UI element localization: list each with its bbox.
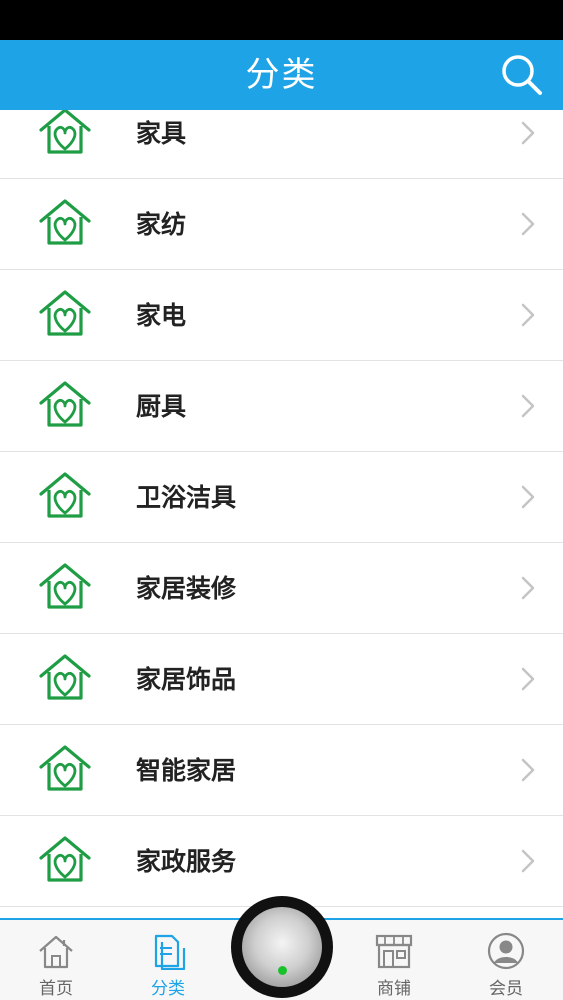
home-heart-icon xyxy=(39,836,91,882)
chevron-right-icon xyxy=(521,667,535,691)
home-heart-icon xyxy=(39,381,91,427)
category-label: 家居装修 xyxy=(136,574,237,603)
home-heart-icon xyxy=(39,745,91,791)
chevron-right-icon xyxy=(521,121,535,145)
category-label: 家电 xyxy=(136,301,187,330)
storefront-icon xyxy=(375,934,413,969)
category-row-bathroom[interactable]: 卫浴洁具 xyxy=(0,452,563,543)
home-heart-icon xyxy=(39,290,91,336)
chevron-right-icon xyxy=(521,485,535,509)
category-list: 家具 家纺 家电 厨具 卫浴洁具 家居装修 家居饰品 智能家居 家政服务 xyxy=(0,110,563,918)
category-label: 家纺 xyxy=(136,210,187,239)
chevron-right-icon xyxy=(521,303,535,327)
home-heart-icon xyxy=(39,472,91,518)
chevron-right-icon xyxy=(521,849,535,873)
category-label: 家居饰品 xyxy=(136,665,237,694)
home-heart-icon xyxy=(39,199,91,245)
category-row-furniture[interactable]: 家具 xyxy=(0,110,563,179)
status-bar xyxy=(0,0,563,40)
tab-member[interactable]: 会员 xyxy=(466,920,546,1000)
category-row-smart-home[interactable]: 智能家居 xyxy=(0,725,563,816)
house-icon xyxy=(39,935,73,969)
home-heart-icon xyxy=(39,110,91,154)
category-row-housekeeping[interactable]: 家政服务 xyxy=(0,816,563,907)
documents-icon xyxy=(154,934,186,970)
category-row-renovation[interactable]: 家居装修 xyxy=(0,543,563,634)
knob-indicator-dot xyxy=(278,966,287,975)
category-row-kitchenware[interactable]: 厨具 xyxy=(0,361,563,452)
home-heart-icon xyxy=(39,654,91,700)
category-label: 卫浴洁具 xyxy=(136,483,237,512)
tab-label: 会员 xyxy=(489,979,523,999)
chevron-right-icon xyxy=(521,758,535,782)
chevron-right-icon xyxy=(521,394,535,418)
category-label: 家政服务 xyxy=(136,847,237,876)
category-label: 家具 xyxy=(136,119,187,148)
tab-label: 分类 xyxy=(151,979,185,999)
nav-bar: 分类 xyxy=(0,40,563,110)
knob-face xyxy=(242,907,322,987)
center-menu-button[interactable] xyxy=(231,896,333,998)
tab-category[interactable]: 分类 xyxy=(128,920,208,1000)
category-row-textiles[interactable]: 家纺 xyxy=(0,179,563,270)
page-title: 分类 xyxy=(245,55,318,95)
tab-label: 首页 xyxy=(39,979,73,999)
tab-shops[interactable]: 商铺 xyxy=(354,920,434,1000)
category-label: 智能家居 xyxy=(136,756,237,785)
tab-label: 商铺 xyxy=(377,979,411,999)
chevron-right-icon xyxy=(521,212,535,236)
home-heart-icon xyxy=(39,563,91,609)
category-row-decor[interactable]: 家居饰品 xyxy=(0,634,563,725)
search-button[interactable] xyxy=(499,52,545,98)
search-icon xyxy=(502,55,542,95)
category-row-appliances[interactable]: 家电 xyxy=(0,270,563,361)
chevron-right-icon xyxy=(521,576,535,600)
tab-home[interactable]: 首页 xyxy=(16,920,96,1000)
user-avatar-icon xyxy=(487,932,525,970)
category-label: 厨具 xyxy=(136,392,187,421)
